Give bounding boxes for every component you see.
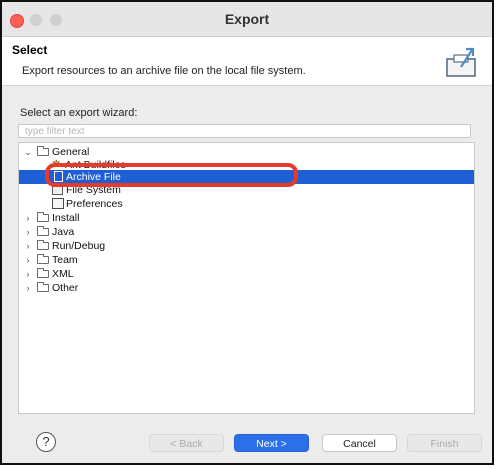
finish-button[interactable]: Finish xyxy=(407,434,482,452)
tree-item-label: Other xyxy=(52,282,79,294)
tree-item-label: Java xyxy=(52,226,75,238)
folder-icon xyxy=(37,268,49,278)
tree-item-preferences[interactable]: Preferences xyxy=(19,197,474,211)
folder-icon xyxy=(37,282,49,292)
tree-item-label: Install xyxy=(52,212,80,224)
folder-icon xyxy=(37,212,49,222)
tree-item-general[interactable]: ⌄ General xyxy=(19,145,474,159)
tree-item-run-debug[interactable]: › Run/Debug xyxy=(19,239,474,253)
tree-item-xml[interactable]: › XML xyxy=(19,267,474,281)
tree-item-label: XML xyxy=(52,268,74,280)
page-description: Export resources to an archive file on t… xyxy=(22,65,306,77)
annotation-highlight-ring xyxy=(45,163,298,187)
help-button[interactable]: ? xyxy=(36,432,56,452)
folder-icon xyxy=(37,240,49,250)
chevron-right-icon[interactable]: › xyxy=(23,281,33,295)
export-icon xyxy=(446,47,476,77)
filter-input[interactable] xyxy=(18,124,471,138)
button-bar: ? < Back Next > Cancel Finish xyxy=(2,426,492,462)
back-button[interactable]: < Back xyxy=(149,434,224,452)
page-title: Select xyxy=(12,43,48,57)
export-dialog: Export Select Export resources to an arc… xyxy=(0,0,494,465)
tree-item-label: General xyxy=(52,146,90,158)
tree-item-java[interactable]: › Java xyxy=(19,225,474,239)
chevron-down-icon[interactable]: ⌄ xyxy=(23,145,33,159)
wizard-header: Select Export resources to an archive fi… xyxy=(2,37,492,86)
chevron-right-icon[interactable]: › xyxy=(23,225,33,239)
chevron-right-icon[interactable]: › xyxy=(23,239,33,253)
wizard-label: Select an export wizard: xyxy=(20,107,138,119)
tree-item-label: Preferences xyxy=(66,198,123,210)
tree-item-other[interactable]: › Other xyxy=(19,281,474,295)
preferences-icon xyxy=(52,198,64,209)
folder-icon xyxy=(37,146,49,156)
cancel-button[interactable]: Cancel xyxy=(322,434,397,452)
tree-item-label: Team xyxy=(52,254,78,266)
tree-item-label: Run/Debug xyxy=(52,240,106,252)
chevron-right-icon[interactable]: › xyxy=(23,211,33,225)
next-button[interactable]: Next > xyxy=(234,434,309,452)
title-bar: Export xyxy=(2,2,492,37)
folder-icon xyxy=(37,226,49,236)
chevron-right-icon[interactable]: › xyxy=(23,253,33,267)
chevron-right-icon[interactable]: › xyxy=(23,267,33,281)
window-title: Export xyxy=(224,11,270,27)
tree-item-team[interactable]: › Team xyxy=(19,253,474,267)
tree-item-install[interactable]: › Install xyxy=(19,211,474,225)
folder-icon xyxy=(37,254,49,264)
